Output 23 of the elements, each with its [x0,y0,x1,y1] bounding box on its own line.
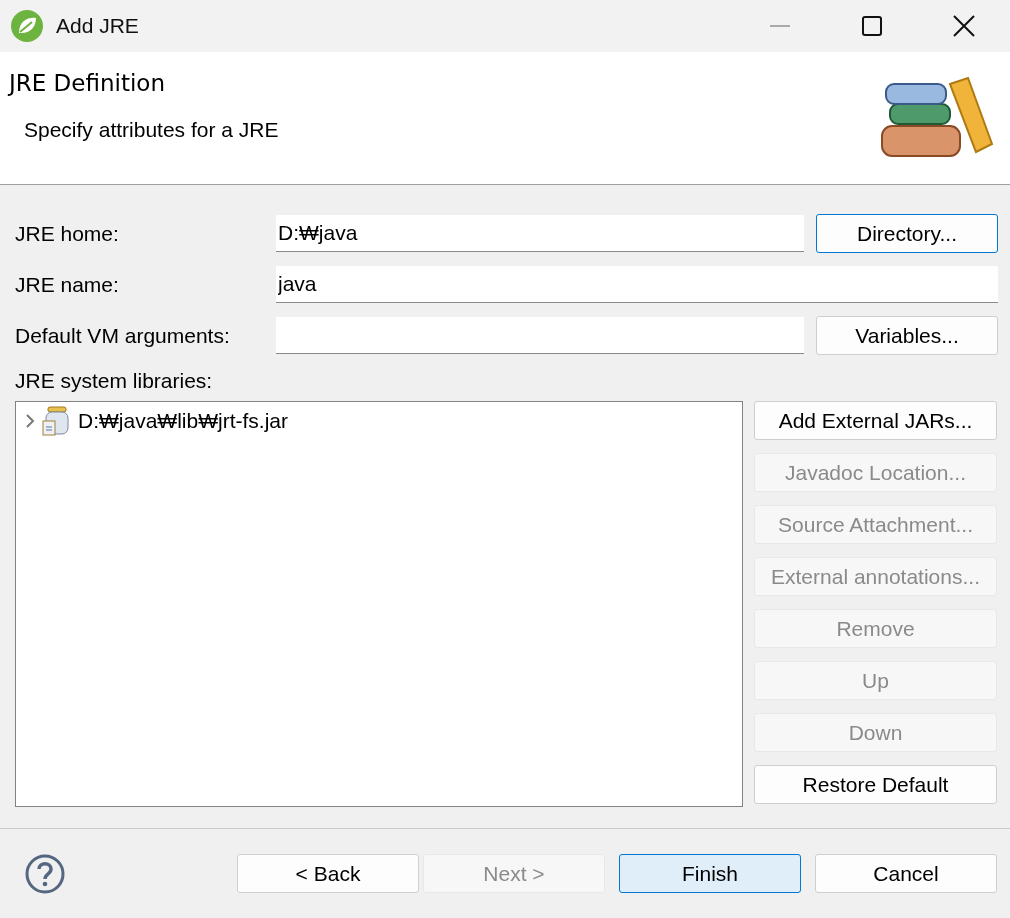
help-icon[interactable] [24,852,66,895]
page-description: Specify attributes for a JRE [24,118,280,142]
browse-button[interactable]: Variables... [816,316,998,355]
field-label: Default VM arguments: [15,323,231,348]
field-label: JRE home: [15,221,120,246]
wizard-button[interactable]: Finish [619,854,801,893]
field-label: JRE name: [15,272,120,297]
browse-button[interactable]: Directory... [816,214,998,253]
libraries-label: JRE system libraries: [15,369,214,393]
window-title: Add JRE [56,14,140,38]
maximize-icon[interactable] [862,16,882,36]
text-field[interactable] [276,317,804,354]
wizard-button[interactable]: < Back [237,854,419,893]
library-button[interactable]: Restore Default [754,765,997,804]
app-logo-icon [10,9,44,43]
text-field[interactable]: D:₩java [276,215,804,252]
wizard-button[interactable]: Cancel [815,854,997,893]
jar-icon [42,406,72,436]
page-title: JRE Definition [9,70,166,96]
close-icon[interactable] [953,15,975,37]
library-item[interactable]: D:₩java₩lib₩jrt-fs.jar [78,409,288,433]
text-field[interactable]: java [276,266,998,303]
library-button[interactable]: Add External JARs... [754,401,997,440]
